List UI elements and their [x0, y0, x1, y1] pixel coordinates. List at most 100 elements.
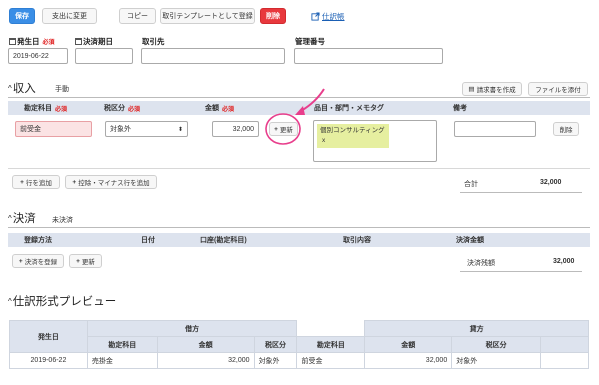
col-note: 備考: [453, 105, 467, 112]
balance-value: 32,000: [553, 258, 575, 265]
plus-icon: +: [18, 257, 23, 265]
tax-select[interactable]: 対象外 ⬍: [105, 121, 188, 137]
col-amount-required: 必須: [222, 106, 235, 113]
add-row-label: 行を追加: [25, 180, 52, 187]
document-icon: ▤: [468, 86, 475, 93]
collapse-caret-icon[interactable]: ^: [8, 84, 12, 93]
tag-field[interactable]: 個別コンサルティング x: [313, 120, 437, 162]
date-label: 発生日 必須: [9, 36, 55, 47]
col-tax-required: 必須: [128, 106, 141, 113]
due-date-field[interactable]: [75, 48, 133, 64]
col-tax: 税区分 必須: [104, 101, 140, 115]
col-amount: 金額 必須: [205, 101, 234, 115]
balance-label: 決済残額: [467, 260, 495, 267]
add-deduction-label: 控除・マイナス行を追加: [78, 180, 150, 187]
col-settle-account: 口座(勘定科目): [200, 237, 247, 244]
col-date: 日付: [141, 237, 155, 244]
total-underline: [460, 192, 582, 193]
col-account: 勘定科目 必須: [24, 101, 67, 115]
col-account-label: 勘定科目: [24, 105, 52, 112]
note-field[interactable]: [454, 121, 536, 137]
settlement-title-text: 決済: [12, 213, 36, 225]
col-content: 取引内容: [343, 237, 371, 244]
col-settle-amount: 決済金額: [456, 237, 484, 244]
date-required-badge: 必須: [42, 40, 55, 46]
create-invoice-label: 請求書を作成: [476, 87, 516, 94]
plus-icon: +: [76, 257, 80, 265]
preview-spacer: [296, 320, 366, 337]
tag-remove-icon[interactable]: x: [322, 137, 325, 144]
settlement-divider: [8, 227, 590, 228]
preview-credit-amount-header: 金額: [364, 336, 453, 353]
calendar-icon: [9, 38, 16, 45]
income-title-text: 収入: [12, 83, 36, 95]
income-section-title: ^ 収入: [8, 80, 36, 96]
preview-debit-tax-cell: 対象外: [253, 352, 298, 369]
preview-date-header: 発生日: [9, 320, 88, 353]
journal-link[interactable]: 仕訳帳: [311, 8, 345, 24]
calendar-icon: [75, 38, 82, 45]
tag-chip: 個別コンサルティング x: [317, 124, 389, 148]
register-template-button[interactable]: 取引テンプレートとして登録: [160, 8, 255, 24]
preview-credit-tax-cell: 対象外: [451, 352, 542, 369]
manage-number-field[interactable]: [294, 48, 443, 64]
preview-section-title: ^ 仕訳形式プレビュー: [8, 293, 116, 309]
settlement-update-button[interactable]: + 更新: [69, 254, 102, 268]
tax-select-value: 対象外: [110, 126, 131, 133]
copy-button[interactable]: コピー: [119, 8, 156, 24]
preview-credit-account-header: 勘定科目: [296, 336, 366, 353]
collapse-caret-icon[interactable]: ^: [8, 214, 12, 223]
total-value: 32,000: [540, 179, 562, 186]
table-row: 2019-06-22 売掛金 32,000 対象外 前受金 32,000 対象外: [9, 352, 589, 369]
journal-link-label: 仕訳帳: [322, 11, 345, 21]
preview-debit-account-header: 勘定科目: [86, 336, 158, 353]
preview-title-text: 仕訳形式プレビュー: [12, 296, 117, 308]
settlement-status: 未決済: [52, 217, 73, 224]
register-settlement-label: 決済を登録: [24, 259, 58, 266]
attach-file-button[interactable]: ファイルを添付: [528, 82, 588, 96]
highlight-arrow: [300, 88, 325, 112]
due-date-label-text: 決済期日: [83, 37, 113, 46]
preview-debit-tax-header: 税区分: [253, 336, 298, 353]
journal-preview-table: 発生日 借方 貸方 勘定科目 金額 税区分 勘定科目 金額 税区分 2019-0…: [9, 320, 589, 369]
collapse-caret-icon[interactable]: ^: [8, 297, 12, 306]
col-tax-label: 税区分: [104, 105, 125, 112]
plus-icon: +: [20, 178, 24, 186]
arrow-head: [295, 106, 305, 115]
col-method: 登録方法: [24, 237, 52, 244]
manage-number-label: 管理番号: [295, 37, 325, 46]
tag-chip-label: 個別コンサルティング: [320, 127, 385, 134]
partner-field[interactable]: [141, 48, 285, 64]
preview-debit-amount-header: 金額: [156, 336, 255, 353]
preview-date-cell: 2019-06-22: [9, 352, 88, 369]
change-to-expense-button[interactable]: 支出に変更: [42, 8, 97, 24]
date-field[interactable]: 2019-06-22: [8, 48, 68, 64]
amount-field[interactable]: 32,000: [212, 121, 259, 137]
partner-label: 取引先: [142, 37, 165, 46]
date-label-text: 発生日: [17, 37, 40, 46]
row-delete-button[interactable]: 削除: [553, 122, 579, 136]
preview-credit-amount-cell: 32,000: [364, 352, 453, 369]
due-date-label: 決済期日: [75, 36, 113, 47]
register-settlement-button[interactable]: + 決済を登録: [12, 254, 64, 268]
total-label: 合計: [464, 181, 478, 188]
highlight-circle: [265, 113, 301, 145]
preview-empty-header: [540, 336, 589, 353]
account-field[interactable]: 前受金: [15, 121, 92, 137]
income-row-divider: [8, 168, 590, 169]
income-mode: 手動: [55, 86, 69, 93]
settlement-table-header: 登録方法 日付 口座(勘定科目) 取引内容 決済金額: [8, 233, 590, 247]
preview-debit-header: 借方: [86, 320, 298, 337]
add-row-button[interactable]: + 行を追加: [12, 175, 60, 189]
save-button[interactable]: 保存: [9, 8, 35, 24]
plus-icon: +: [72, 178, 77, 186]
add-deduction-button[interactable]: + 控除・マイナス行を追加: [65, 175, 157, 189]
create-invoice-button[interactable]: ▤ 請求書を作成: [462, 82, 522, 96]
preview-credit-header: 貸方: [364, 320, 589, 337]
preview-debit-amount-cell: 32,000: [156, 352, 255, 369]
settlement-update-label: 更新: [81, 259, 95, 266]
balance-underline: [460, 271, 582, 272]
preview-empty-cell: [540, 352, 589, 369]
col-account-required: 必須: [55, 106, 68, 113]
delete-button[interactable]: 削除: [260, 8, 286, 24]
